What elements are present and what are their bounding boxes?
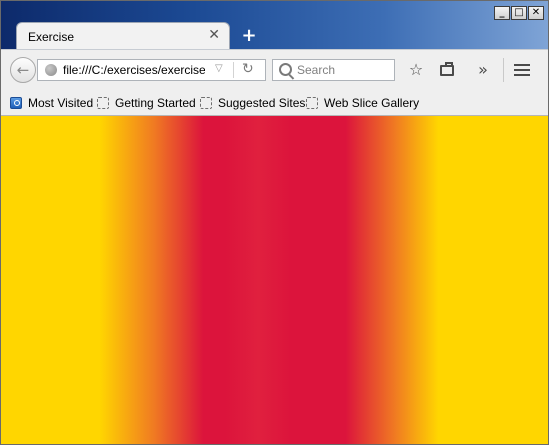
navigation-toolbar: ← file:///C:/exercises/exercise1.html ▽ … bbox=[1, 49, 548, 90]
minimize-icon: _ bbox=[499, 7, 505, 18]
bookmark-label: Most Visited bbox=[28, 96, 94, 110]
minimize-button[interactable]: _ bbox=[494, 6, 510, 20]
bookmark-most-visited[interactable]: Most Visited bbox=[10, 95, 93, 111]
bookmarks-toolbar: Most Visited Getting Started Suggested S… bbox=[1, 90, 548, 116]
overflow-chevron-icon[interactable]: » bbox=[472, 59, 494, 81]
bookmark-placeholder-icon bbox=[97, 97, 109, 109]
tab-exercise[interactable]: Exercise ✕ bbox=[16, 22, 230, 50]
bookmark-placeholder-icon bbox=[200, 97, 212, 109]
maximize-button[interactable]: □ bbox=[511, 6, 527, 20]
bookmark-star-icon[interactable]: ☆ bbox=[405, 59, 427, 81]
title-bar: _ □ ✕ Exercise ✕ + bbox=[1, 1, 548, 50]
window-controls: _ □ ✕ bbox=[494, 6, 544, 20]
site-identity-icon[interactable] bbox=[45, 64, 57, 76]
bookmark-label: Getting Started bbox=[115, 96, 196, 110]
url-divider bbox=[233, 62, 234, 78]
bookmark-getting-started[interactable]: Getting Started bbox=[97, 95, 196, 111]
address-bar[interactable]: file:///C:/exercises/exercise1.html ▽ ↻ bbox=[37, 59, 266, 81]
search-input[interactable]: Search bbox=[272, 59, 395, 81]
bookmark-label: Suggested Sites bbox=[218, 96, 306, 110]
url-text[interactable]: file:///C:/exercises/exercise1.html bbox=[63, 63, 205, 77]
new-tab-button[interactable]: + bbox=[239, 26, 259, 46]
back-arrow-icon: ← bbox=[16, 61, 30, 79]
back-button[interactable]: ← bbox=[10, 57, 36, 83]
toolbar-divider bbox=[503, 58, 504, 82]
maximize-icon: □ bbox=[514, 7, 524, 18]
bookmark-label: Web Slice Gallery bbox=[324, 96, 420, 110]
search-placeholder: Search bbox=[297, 63, 336, 77]
bookmarks-menu-icon[interactable] bbox=[440, 62, 454, 76]
most-visited-icon bbox=[10, 97, 22, 109]
search-icon bbox=[279, 63, 292, 76]
close-icon: ✕ bbox=[531, 7, 541, 18]
browser-window: _ □ ✕ Exercise ✕ + ← file:///C:/exercise… bbox=[0, 0, 549, 445]
bookmark-placeholder-icon bbox=[306, 97, 318, 109]
menu-hamburger-icon[interactable] bbox=[514, 64, 530, 76]
url-dropdown-icon[interactable]: ▽ bbox=[215, 63, 223, 74]
page-content-gradient bbox=[1, 116, 548, 444]
reload-icon[interactable]: ↻ bbox=[242, 61, 254, 77]
bookmark-web-slice-gallery[interactable]: Web Slice Gallery bbox=[306, 95, 419, 111]
tab-close-icon[interactable]: ✕ bbox=[208, 27, 220, 43]
close-window-button[interactable]: ✕ bbox=[528, 6, 544, 20]
bookmark-suggested-sites[interactable]: Suggested Sites bbox=[200, 95, 305, 111]
tab-title: Exercise bbox=[28, 30, 75, 44]
